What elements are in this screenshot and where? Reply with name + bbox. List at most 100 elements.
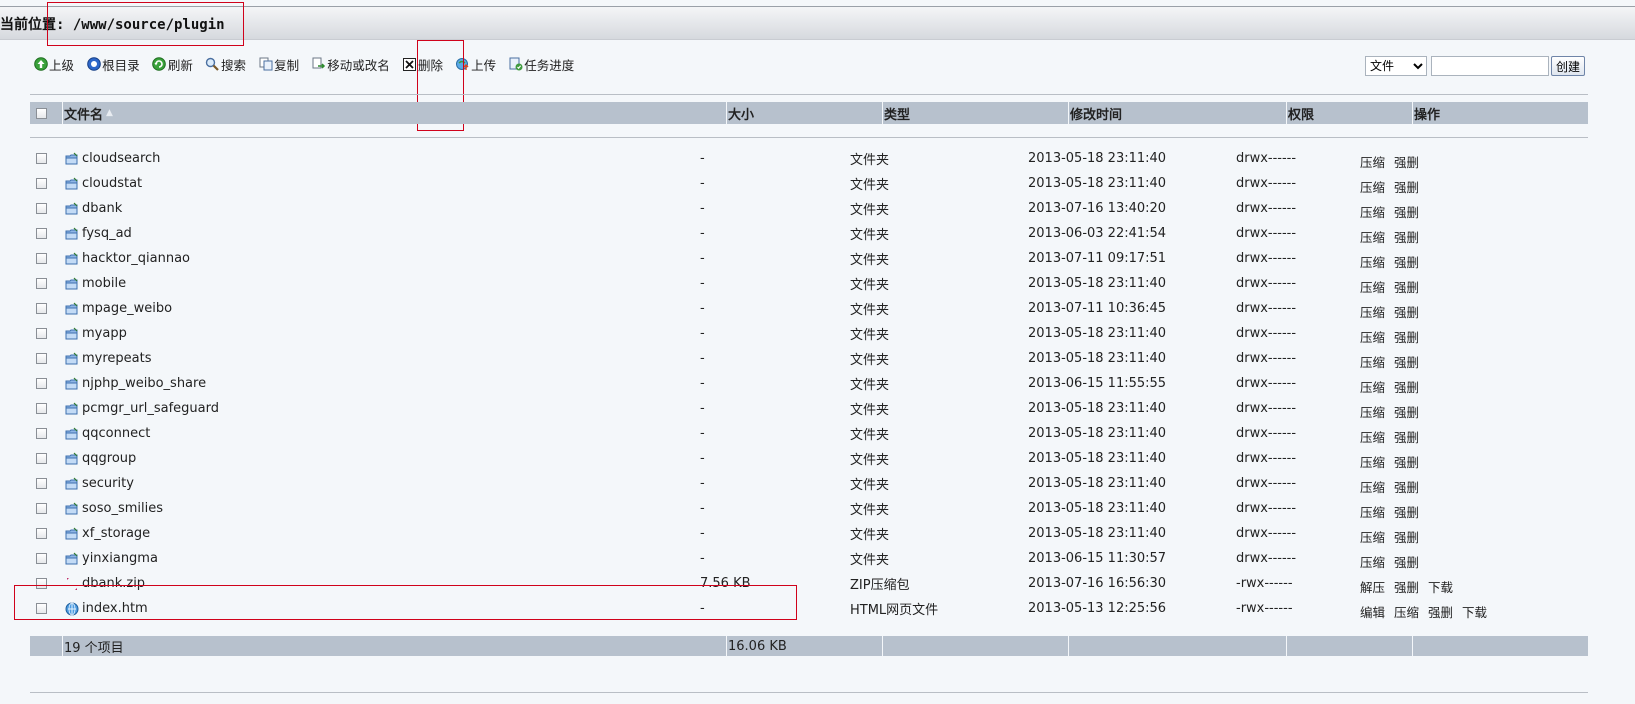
- row-checkbox[interactable]: [36, 178, 47, 189]
- row-checkbox[interactable]: [36, 153, 47, 164]
- file-permission[interactable]: drwx------: [1236, 471, 1296, 496]
- col-name-header[interactable]: 文件名 ▲: [64, 102, 113, 124]
- row-checkbox[interactable]: [36, 378, 47, 389]
- op-link[interactable]: 强删: [1394, 477, 1419, 496]
- op-link[interactable]: 强删: [1394, 277, 1419, 296]
- file-permission[interactable]: -rwx------: [1236, 571, 1293, 596]
- file-name-link[interactable]: cloudsearch: [64, 146, 160, 171]
- op-link[interactable]: 解压: [1360, 577, 1385, 596]
- row-checkbox[interactable]: [36, 303, 47, 314]
- file-name-link[interactable]: njphp_weibo_share: [64, 371, 206, 396]
- file-permission[interactable]: drwx------: [1236, 371, 1296, 396]
- file-row[interactable]: dbank - 文件夹 2013-07-16 13:40:20 drwx------ 压缩…: [30, 196, 1588, 221]
- op-link[interactable]: 压缩: [1360, 377, 1385, 396]
- file-permission[interactable]: drwx------: [1236, 521, 1296, 546]
- file-row[interactable]: pcmgr_url_safeguard - 文件夹 2013-05-18 23:11:…: [30, 396, 1588, 421]
- file-row[interactable]: dbank.zip 7.56 KB ZIP压缩包 2013-07-16 16:56:3…: [30, 571, 1588, 596]
- col-size-header[interactable]: 大小: [728, 102, 754, 124]
- file-permission[interactable]: drwx------: [1236, 346, 1296, 371]
- file-row[interactable]: soso_smilies - 文件夹 2013-05-18 23:11:40 drwx-…: [30, 496, 1588, 521]
- file-permission[interactable]: drwx------: [1236, 496, 1296, 521]
- file-permission[interactable]: drwx------: [1236, 146, 1296, 171]
- file-name-link[interactable]: qqconnect: [64, 421, 150, 446]
- file-name-link[interactable]: qqgroup: [64, 446, 136, 471]
- op-link[interactable]: 下载: [1428, 577, 1453, 596]
- file-permission[interactable]: drwx------: [1236, 446, 1296, 471]
- op-link[interactable]: 压缩: [1360, 477, 1385, 496]
- create-button[interactable]: 创建: [1550, 56, 1585, 76]
- op-link[interactable]: 压缩: [1360, 402, 1385, 421]
- op-link[interactable]: 强删: [1394, 227, 1419, 246]
- file-permission[interactable]: drwx------: [1236, 246, 1296, 271]
- row-checkbox[interactable]: [36, 228, 47, 239]
- op-link[interactable]: 强删: [1394, 327, 1419, 346]
- file-row[interactable]: cloudstat - 文件夹 2013-05-18 23:11:40 drwx----…: [30, 171, 1588, 196]
- file-name-link[interactable]: xf_storage: [64, 521, 150, 546]
- file-row[interactable]: yinxiangma - 文件夹 2013-06-15 11:30:57 drwx---…: [30, 546, 1588, 571]
- file-permission[interactable]: drwx------: [1236, 396, 1296, 421]
- create-type-select[interactable]: 文件: [1364, 56, 1427, 76]
- file-permission[interactable]: drwx------: [1236, 221, 1296, 246]
- file-name-link[interactable]: myapp: [64, 321, 127, 346]
- file-permission[interactable]: drwx------: [1236, 546, 1296, 571]
- op-link[interactable]: 强删: [1394, 302, 1419, 321]
- file-row[interactable]: myapp - 文件夹 2013-05-18 23:11:40 drwx------ 压缩…: [30, 321, 1588, 346]
- op-link[interactable]: 强删: [1394, 352, 1419, 371]
- col-type-header[interactable]: 类型: [884, 102, 910, 124]
- file-permission[interactable]: drwx------: [1236, 321, 1296, 346]
- copy-button[interactable]: 复制: [258, 54, 299, 74]
- op-link[interactable]: 强删: [1394, 452, 1419, 471]
- file-row[interactable]: security - 文件夹 2013-05-18 23:11:40 drwx-----…: [30, 471, 1588, 496]
- file-row[interactable]: qqgroup - 文件夹 2013-05-18 23:11:40 drwx------…: [30, 446, 1588, 471]
- file-permission[interactable]: drwx------: [1236, 196, 1296, 221]
- up-button[interactable]: 上级: [33, 54, 74, 74]
- file-name-link[interactable]: dbank: [64, 196, 122, 221]
- task-progress-button[interactable]: 任务进度: [508, 54, 574, 74]
- file-name-link[interactable]: index.htm: [64, 596, 148, 621]
- op-link[interactable]: 压缩: [1360, 227, 1385, 246]
- file-name-link[interactable]: mpage_weibo: [64, 296, 172, 321]
- row-checkbox[interactable]: [36, 328, 47, 339]
- file-permission[interactable]: -rwx------: [1236, 596, 1293, 621]
- file-permission[interactable]: drwx------: [1236, 171, 1296, 196]
- file-row[interactable]: qqconnect - 文件夹 2013-05-18 23:11:40 drwx----…: [30, 421, 1588, 446]
- file-name-link[interactable]: hacktor_qiannao: [64, 246, 190, 271]
- row-checkbox[interactable]: [36, 528, 47, 539]
- file-permission[interactable]: drwx------: [1236, 421, 1296, 446]
- create-name-input[interactable]: [1430, 56, 1549, 76]
- delete-button[interactable]: 删除: [402, 54, 443, 74]
- op-link[interactable]: 压缩: [1360, 452, 1385, 471]
- row-checkbox[interactable]: [36, 603, 47, 614]
- upload-button[interactable]: 上传: [455, 54, 496, 74]
- root-dir-button[interactable]: 根目录: [86, 54, 140, 74]
- op-link[interactable]: 强删: [1394, 402, 1419, 421]
- file-permission[interactable]: drwx------: [1236, 271, 1296, 296]
- op-link[interactable]: 强删: [1394, 252, 1419, 271]
- op-link[interactable]: 强删: [1394, 152, 1419, 171]
- file-name-link[interactable]: soso_smilies: [64, 496, 163, 521]
- select-all-checkbox[interactable]: [36, 107, 47, 119]
- op-link[interactable]: 压缩: [1394, 602, 1419, 621]
- op-link[interactable]: 强删: [1394, 202, 1419, 221]
- file-row[interactable]: hacktor_qiannao - 文件夹 2013-07-11 09:17:51 dr…: [30, 246, 1588, 271]
- file-name-link[interactable]: myrepeats: [64, 346, 152, 371]
- row-checkbox[interactable]: [36, 403, 47, 414]
- op-link[interactable]: 强删: [1394, 577, 1419, 596]
- op-link[interactable]: 压缩: [1360, 352, 1385, 371]
- row-checkbox[interactable]: [36, 203, 47, 214]
- op-link[interactable]: 压缩: [1360, 552, 1385, 571]
- op-link[interactable]: 压缩: [1360, 177, 1385, 196]
- op-link[interactable]: 压缩: [1360, 527, 1385, 546]
- op-link[interactable]: 压缩: [1360, 327, 1385, 346]
- op-link[interactable]: 强删: [1394, 377, 1419, 396]
- row-checkbox[interactable]: [36, 453, 47, 464]
- op-link[interactable]: 强删: [1394, 527, 1419, 546]
- op-link[interactable]: 压缩: [1360, 427, 1385, 446]
- op-link[interactable]: 压缩: [1360, 502, 1385, 521]
- col-mtime-header[interactable]: 修改时间: [1070, 102, 1122, 124]
- file-row[interactable]: myrepeats - 文件夹 2013-05-18 23:11:40 drwx----…: [30, 346, 1588, 371]
- file-name-link[interactable]: mobile: [64, 271, 126, 296]
- op-link[interactable]: 强删: [1394, 552, 1419, 571]
- row-checkbox[interactable]: [36, 553, 47, 564]
- row-checkbox[interactable]: [36, 278, 47, 289]
